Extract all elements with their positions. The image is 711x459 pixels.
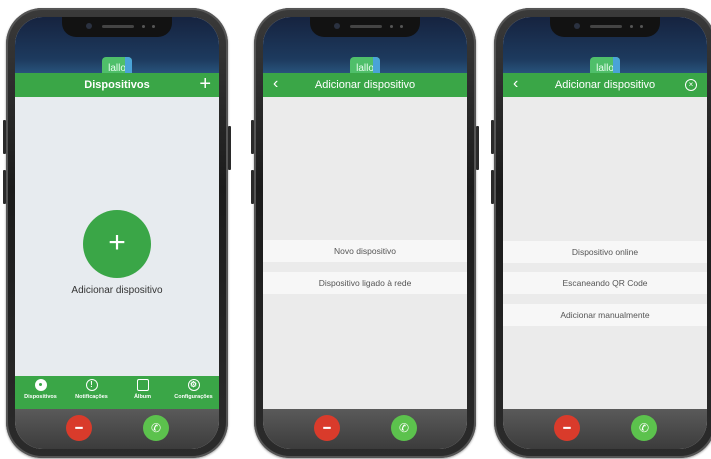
side-button	[251, 170, 254, 204]
gear-icon: ⚙	[187, 379, 200, 391]
option-escaneando-qr-code[interactable]: Escaneando QR Code	[503, 272, 707, 294]
phone-icon[interactable]: ✆	[631, 415, 657, 441]
hang-up-icon[interactable]: ━	[314, 415, 340, 441]
close-circle-icon[interactable]: ×	[685, 79, 697, 91]
notch	[310, 17, 420, 37]
plus-icon[interactable]: +	[199, 73, 211, 95]
front-camera	[86, 23, 92, 29]
hang-up-icon[interactable]: ━	[66, 415, 92, 441]
speaker	[590, 25, 622, 28]
nav-item-dispositivos[interactable]: Dispositivos	[16, 379, 66, 400]
page-title: Adicionar dispositivo	[314, 79, 416, 91]
call-bar: ━ ✆	[263, 409, 467, 449]
side-button	[491, 170, 494, 204]
add-device-content: Novo dispositivo Dispositivo ligado à re…	[263, 97, 467, 409]
sensor-dot	[152, 25, 155, 28]
call-bar: ━ ✆	[15, 409, 219, 449]
sensor-dot	[400, 25, 403, 28]
front-camera	[574, 23, 580, 29]
add-device-label: Adicionar dispositivo	[71, 285, 163, 296]
nav-item-configuracoes[interactable]: ⚙ Configurações	[169, 379, 219, 400]
alert-icon: !	[85, 379, 98, 391]
phone-icon[interactable]: ✆	[391, 415, 417, 441]
back-chevron-icon[interactable]: ‹	[513, 73, 518, 95]
nav-item-album[interactable]: Álbum	[118, 379, 168, 400]
app-header: Dispositivos +	[15, 73, 219, 97]
app-header: ‹ Adicionar dispositivo	[263, 73, 467, 97]
nav-item-notificacoes[interactable]: ! Notificações	[67, 379, 117, 400]
sensor-dot	[142, 25, 145, 28]
side-button	[3, 120, 6, 154]
nav-label: Configurações	[174, 394, 213, 400]
screen: lallo ‹ Adicionar dispositivo × Disposit…	[503, 17, 707, 449]
screen: lallo Dispositivos + + Adicionar disposi…	[15, 17, 219, 449]
app-header: ‹ Adicionar dispositivo ×	[503, 73, 707, 97]
sensor-dot	[390, 25, 393, 28]
call-bar: ━ ✆	[503, 409, 707, 449]
camera-icon	[34, 379, 47, 391]
add-options-content: Dispositivo online Escaneando QR Code Ad…	[503, 97, 707, 409]
gallery-icon	[136, 379, 149, 391]
option-novo-dispositivo[interactable]: Novo dispositivo	[263, 240, 467, 262]
page-title: Dispositivos	[84, 79, 150, 91]
sensor-dot	[630, 25, 633, 28]
speaker	[350, 25, 382, 28]
bottom-nav: Dispositivos ! Notificações Álbum ⚙ Conf…	[15, 376, 219, 409]
power-button	[228, 126, 231, 170]
phone-adicionar-dispositivo: lallo ‹ Adicionar dispositivo Novo dispo…	[251, 8, 479, 458]
side-button	[251, 120, 254, 154]
devices-content: + Adicionar dispositivo	[15, 97, 219, 409]
nav-label: Notificações	[75, 394, 108, 400]
hang-up-icon[interactable]: ━	[554, 415, 580, 441]
speaker	[102, 25, 134, 28]
back-chevron-icon[interactable]: ‹	[273, 73, 278, 95]
option-dispositivo-online[interactable]: Dispositivo online	[503, 241, 707, 263]
nav-label: Álbum	[133, 394, 152, 400]
screen: lallo ‹ Adicionar dispositivo Novo dispo…	[263, 17, 467, 449]
phone-icon[interactable]: ✆	[143, 415, 169, 441]
option-adicionar-manualmente[interactable]: Adicionar manualmente	[503, 304, 707, 326]
notch	[62, 17, 172, 37]
phone-opcoes-adicionar: lallo ‹ Adicionar dispositivo × Disposit…	[491, 8, 711, 458]
option-dispositivo-ligado-a-rede[interactable]: Dispositivo ligado à rede	[263, 272, 467, 294]
power-button	[476, 126, 479, 170]
notch	[550, 17, 660, 37]
sensor-dot	[640, 25, 643, 28]
nav-label: Dispositivos	[24, 394, 57, 400]
front-camera	[334, 23, 340, 29]
phone-dispositivos: lallo Dispositivos + + Adicionar disposi…	[3, 8, 231, 458]
side-button	[3, 170, 6, 204]
page-title: Adicionar dispositivo	[554, 79, 656, 91]
side-button	[491, 120, 494, 154]
add-device-button[interactable]: +	[83, 210, 151, 278]
